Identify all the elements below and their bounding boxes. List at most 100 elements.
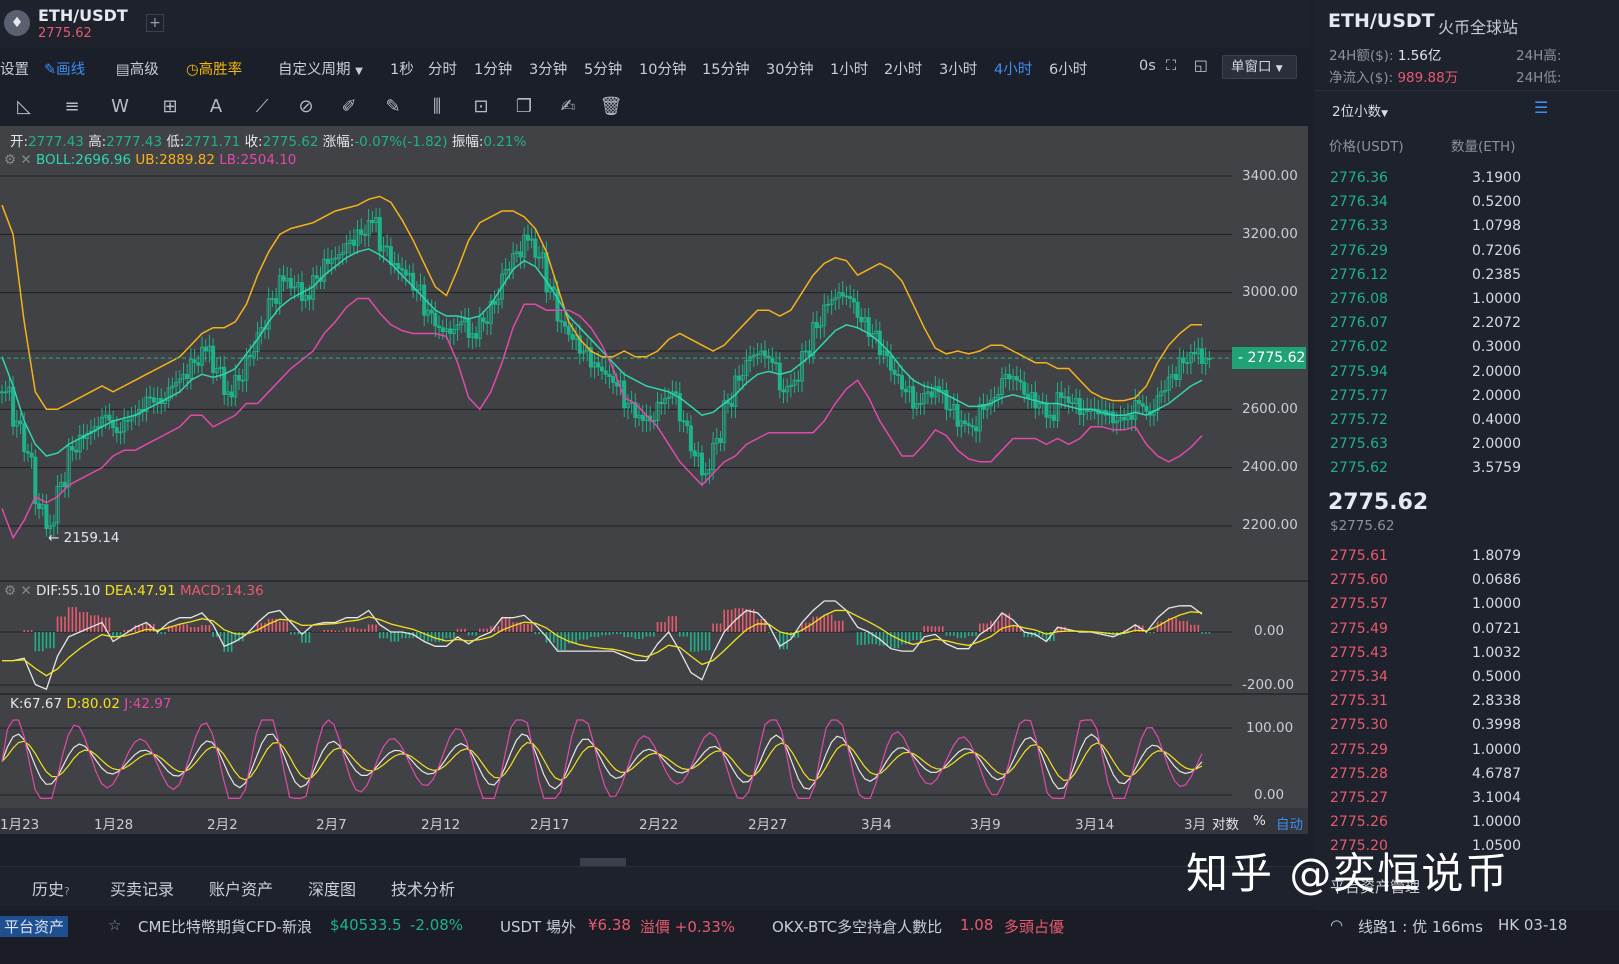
rectangle-tool-icon[interactable]: ⊞ <box>158 95 182 119</box>
low-marker-label: ← 2159.14 <box>48 530 120 546</box>
candle-body <box>681 420 686 423</box>
tab-depth[interactable]: 深度图 <box>308 876 356 900</box>
period-1h[interactable]: 1小时 <box>830 58 868 79</box>
trend-line-icon[interactable]: ◺ <box>12 95 36 119</box>
add-tab-button[interactable]: + <box>146 14 164 32</box>
candle-body <box>562 321 567 327</box>
log-scale-toggle[interactable]: 对数 <box>1212 813 1239 833</box>
period-15m[interactable]: 15分钟 <box>702 58 749 79</box>
tab-technical[interactable]: 技术分析 <box>391 876 455 900</box>
ask-price[interactable]: 2776.34 <box>1330 194 1388 210</box>
text-tool-icon[interactable]: A <box>204 95 228 119</box>
bid-price[interactable]: 2775.57 <box>1330 596 1388 612</box>
bid-price[interactable]: 2775.60 <box>1330 572 1388 588</box>
bid-price[interactable]: 2775.49 <box>1330 621 1388 637</box>
pencil-icon: ✎ <box>44 62 57 78</box>
candle-body <box>466 318 471 338</box>
trash-icon[interactable]: 🗑 <box>599 95 623 119</box>
chart-svg[interactable] <box>0 126 1232 808</box>
copy-icon[interactable]: ❐ <box>512 95 536 119</box>
bid-price[interactable]: 2775.31 <box>1330 693 1388 709</box>
period-2h[interactable]: 2小时 <box>884 58 922 79</box>
tab-trades[interactable]: 买卖记录 <box>110 876 174 900</box>
auto-scale-toggle[interactable]: 自动 <box>1276 813 1303 833</box>
candle-body <box>855 301 860 318</box>
candle-body <box>11 386 16 427</box>
bottom-tabs <box>0 866 1314 906</box>
draw-line-button[interactable]: ✎画线 <box>44 58 85 79</box>
decimals-dropdown[interactable]: 2位小数▼ <box>1332 100 1388 120</box>
symbol-name[interactable]: ETH/USDT <box>38 6 128 25</box>
advanced-button[interactable]: ▤高级 <box>116 58 159 79</box>
ask-price[interactable]: 2775.94 <box>1330 364 1388 380</box>
ask-price[interactable]: 2776.08 <box>1330 291 1388 307</box>
bid-price[interactable]: 2775.43 <box>1330 645 1388 661</box>
ask-qty: 0.4000 <box>1472 412 1521 428</box>
candle-body <box>492 300 497 305</box>
candle-tool-icon[interactable]: ⫼ <box>425 95 449 119</box>
horizontal-lines-icon[interactable]: ≡ <box>60 95 84 119</box>
period-1s[interactable]: 1秒 <box>390 58 414 79</box>
high-win-button[interactable]: ◷高胜率 <box>186 58 242 79</box>
candle-body <box>970 425 975 428</box>
bid-price[interactable]: 2775.61 <box>1330 548 1388 564</box>
ask-price[interactable]: 2775.77 <box>1330 388 1388 404</box>
candle-body <box>1066 396 1071 404</box>
bid-price[interactable]: 2775.34 <box>1330 669 1388 685</box>
wave-icon[interactable]: W <box>108 95 132 119</box>
period-timeshare[interactable]: 分时 <box>428 58 457 79</box>
window-mode-dropdown[interactable]: 单窗口 ▼ <box>1222 55 1297 79</box>
settings-button[interactable]: 设置 <box>0 58 29 79</box>
edit-icon[interactable]: ✍ <box>556 95 580 119</box>
panel-collapse-handle[interactable] <box>580 858 626 866</box>
platform-assets-button[interactable]: 平台资产 <box>0 916 69 937</box>
period-30m[interactable]: 30分钟 <box>766 58 813 79</box>
bid-price[interactable]: 2775.29 <box>1330 742 1388 758</box>
period-10m[interactable]: 10分钟 <box>639 58 686 79</box>
ask-price[interactable]: 2776.33 <box>1330 218 1388 234</box>
candle-body <box>918 403 923 405</box>
close-icon[interactable]: ✕ <box>20 583 31 599</box>
period-1m[interactable]: 1分钟 <box>474 58 512 79</box>
line-status[interactable]: 线路1 : 优 166ms <box>1358 916 1483 937</box>
ask-price[interactable]: 2775.63 <box>1330 436 1388 452</box>
candle-body <box>900 375 905 390</box>
tab-account[interactable]: 账户资产 <box>209 876 273 900</box>
candle-body <box>148 396 153 399</box>
period-3m[interactable]: 3分钟 <box>529 58 567 79</box>
orderbook-layout-icon[interactable]: ☰ <box>1534 98 1548 117</box>
percent-scale-toggle[interactable]: % <box>1253 813 1266 829</box>
ask-price[interactable]: 2776.36 <box>1330 170 1388 186</box>
star-icon[interactable]: ☆ <box>108 916 121 934</box>
ask-qty: 0.2385 <box>1472 266 1521 283</box>
ask-price[interactable]: 2776.07 <box>1330 315 1388 331</box>
candles <box>0 207 1212 540</box>
period-5m[interactable]: 5分钟 <box>584 58 622 79</box>
highlighter-icon[interactable]: ✎ <box>381 95 405 119</box>
period-6h[interactable]: 6小时 <box>1049 58 1087 79</box>
lock-icon[interactable]: ⊡ <box>469 95 493 119</box>
bid-price[interactable]: 2775.30 <box>1330 717 1388 733</box>
bid-price[interactable]: 2775.27 <box>1330 790 1388 806</box>
ask-qty: 2.0000 <box>1472 387 1521 404</box>
ask-price[interactable]: 2776.02 <box>1330 339 1388 355</box>
tab-history[interactable]: 历史? <box>32 876 70 900</box>
fullscreen-icon[interactable]: ⛶ <box>1166 58 1176 74</box>
settings-icon[interactable]: ⚙ <box>4 152 16 168</box>
brush-icon[interactable]: ✐ <box>337 95 361 119</box>
period-4h[interactable]: 4小时 <box>994 58 1032 79</box>
eraser-icon[interactable]: ⊘ <box>294 95 318 119</box>
popout-icon[interactable]: ◱ <box>1194 58 1208 74</box>
ask-price[interactable]: 2776.29 <box>1330 243 1388 259</box>
candle-body <box>1200 348 1205 364</box>
close-icon[interactable]: ✕ <box>20 152 31 168</box>
custom-period-dropdown[interactable]: 自定义周期 ▼ <box>278 58 363 79</box>
ask-price[interactable]: 2775.72 <box>1330 412 1388 428</box>
period-3h[interactable]: 3小时 <box>939 58 977 79</box>
bid-price[interactable]: 2775.28 <box>1330 766 1388 782</box>
settings-icon[interactable]: ⚙ <box>4 583 16 599</box>
ruler-icon[interactable]: ⟋ <box>250 95 274 119</box>
ask-price[interactable]: 2775.62 <box>1330 460 1388 476</box>
bid-price[interactable]: 2775.26 <box>1330 814 1388 830</box>
ask-price[interactable]: 2776.12 <box>1330 267 1388 283</box>
